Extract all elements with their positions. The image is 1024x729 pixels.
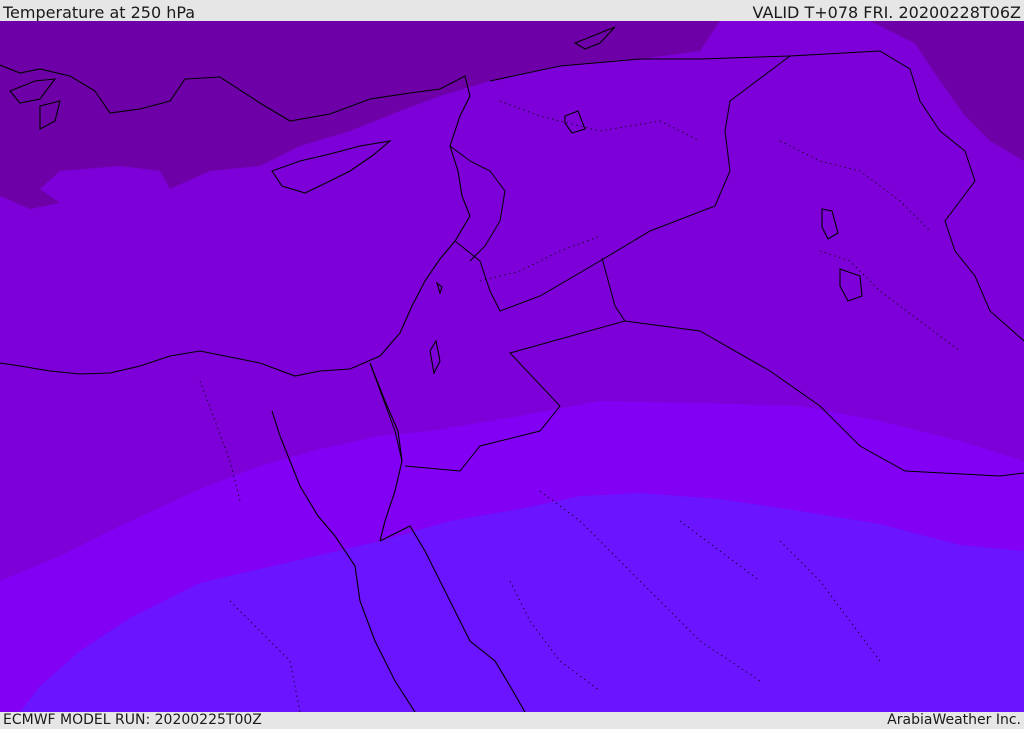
weather-map[interactable] bbox=[0, 21, 1024, 712]
model-run: ECMWF MODEL RUN: 20200225T00Z bbox=[3, 712, 262, 728]
credit: ArabiaWeather Inc. bbox=[887, 712, 1021, 728]
footer-bar: ECMWF MODEL RUN: 20200225T00Z ArabiaWeat… bbox=[0, 712, 1024, 729]
header-bar: Temperature at 250 hPa VALID T+078 FRI. … bbox=[0, 0, 1024, 22]
map-title: Temperature at 250 hPa bbox=[3, 3, 196, 22]
valid-time: VALID T+078 FRI. 20200228T06Z bbox=[752, 3, 1021, 22]
